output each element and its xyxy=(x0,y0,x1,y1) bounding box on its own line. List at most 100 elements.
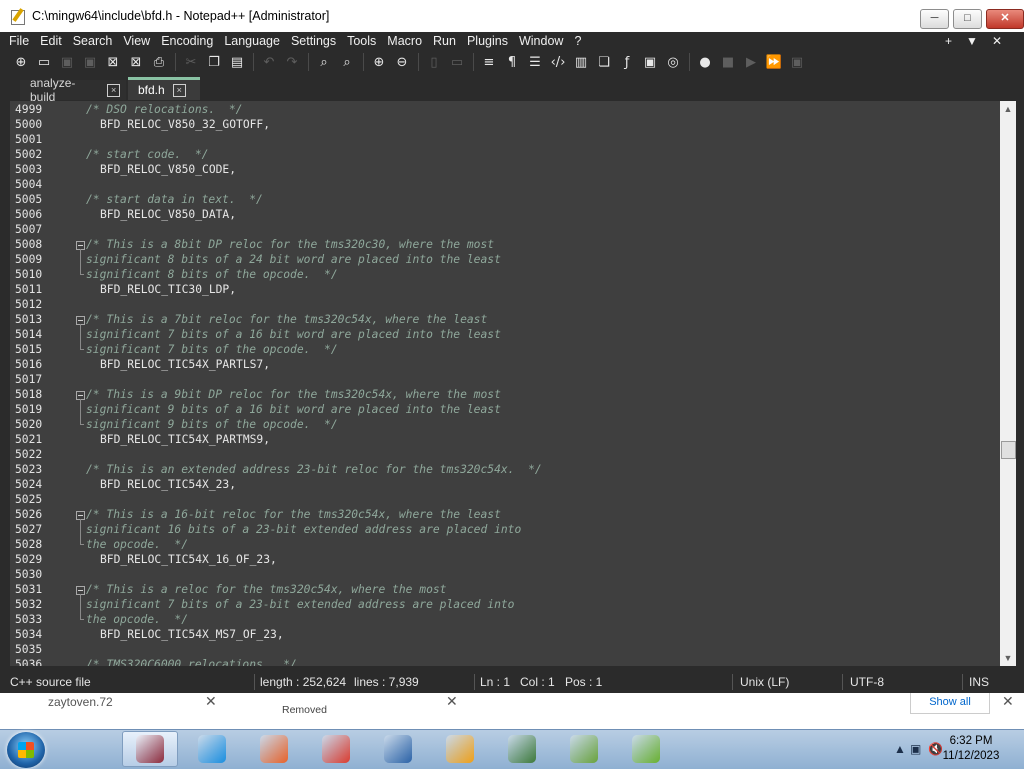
paste-icon[interactable]: ▤ xyxy=(228,53,246,71)
code-line[interactable]: BFD_RELOC_V850_CODE, xyxy=(100,162,236,177)
save-macro-icon[interactable]: ▣ xyxy=(788,53,806,71)
code-line[interactable]: BFD_RELOC_TIC54X_MS7_OF_23, xyxy=(100,627,284,642)
find-icon[interactable]: ⌕ xyxy=(315,53,333,71)
print-icon[interactable]: ⎙ xyxy=(150,53,168,71)
code-comment-line[interactable]: /* This is a 9bit DP reloc for the tms32… xyxy=(86,387,501,402)
cut-icon[interactable]: ✂ xyxy=(182,53,200,71)
close-icon[interactable]: ✕ xyxy=(1002,693,1014,710)
code-line[interactable]: BFD_RELOC_V850_32_GOTOFF, xyxy=(100,117,270,132)
redo-icon[interactable]: ↷ xyxy=(283,53,301,71)
fold-margin[interactable] xyxy=(76,101,86,666)
word-wrap-icon[interactable]: ≡ xyxy=(480,53,498,71)
code-comment-line[interactable]: significant 7 bits of a 16 bit word are … xyxy=(86,327,501,342)
monitoring-icon[interactable]: ◎ xyxy=(664,53,682,71)
menu-item[interactable]: Tools xyxy=(347,34,376,48)
menu-item[interactable]: Language xyxy=(224,34,280,48)
close-button[interactable]: ✕ xyxy=(986,9,1024,29)
code-line[interactable]: BFD_RELOC_V850_DATA, xyxy=(100,207,236,222)
new-tab-button[interactable]: + xyxy=(945,34,952,48)
close-icon[interactable]: ✕ xyxy=(205,693,217,710)
code-line[interactable]: BFD_RELOC_TIC54X_16_OF_23, xyxy=(100,552,277,567)
replace-icon[interactable]: ⌕ xyxy=(338,53,356,71)
menu-item[interactable]: Macro xyxy=(387,34,422,48)
menu-item[interactable]: ? xyxy=(574,34,581,48)
code-comment-line[interactable]: /* This is a 8bit DP reloc for the tms32… xyxy=(86,237,494,252)
menu-item[interactable]: Search xyxy=(73,34,113,48)
run-macro-multiple-icon[interactable]: ⏩ xyxy=(765,53,783,71)
close-doc-button[interactable]: ✕ xyxy=(992,34,1002,48)
search-app-button[interactable] xyxy=(432,731,488,767)
code-editor[interactable]: 4999 5000 5001 5002 5003 5004 5005 5006 5007 5008… xyxy=(10,101,1016,666)
code-comment-line[interactable]: the opcode. */ xyxy=(86,537,188,552)
code-comment-line[interactable]: /* This is a 7bit reloc for the tms320c5… xyxy=(86,312,487,327)
open-file-icon[interactable]: ▭ xyxy=(35,53,53,71)
function-list-icon[interactable]: ƒ xyxy=(618,53,636,71)
code-area[interactable]: /* DSO relocations. */BFD_RELOC_V850_32_… xyxy=(86,101,996,666)
tab-bfd-h[interactable]: bfd.h × xyxy=(128,77,200,100)
menu-item[interactable]: Settings xyxy=(291,34,336,48)
zoom-in-icon[interactable]: ⊕ xyxy=(370,53,388,71)
code-comment-line[interactable]: /* start data in text. */ xyxy=(86,192,263,207)
indent-guide-icon[interactable]: ☰ xyxy=(526,53,544,71)
code-line[interactable]: BFD_RELOC_TIC54X_PARTMS9, xyxy=(100,432,270,447)
show-all-button[interactable]: Show all xyxy=(910,693,990,714)
scroll-thumb[interactable] xyxy=(1001,441,1016,459)
code-comment-line[interactable]: significant 16 bits of a 23-bit extended… xyxy=(86,522,521,537)
code-comment-line[interactable]: significant 8 bits of a 24 bit word are … xyxy=(86,252,501,267)
code-line[interactable]: BFD_RELOC_TIC54X_PARTLS7, xyxy=(100,357,270,372)
tab-close-icon[interactable]: × xyxy=(107,83,120,97)
tab-list-dropdown[interactable]: ▼ xyxy=(966,34,978,48)
sync-horizontal-icon[interactable]: ▭ xyxy=(448,53,466,71)
itunes-app-button[interactable] xyxy=(184,731,240,767)
code-line[interactable]: BFD_RELOC_TIC54X_23, xyxy=(100,477,236,492)
code-line[interactable]: BFD_RELOC_TIC30_LDP, xyxy=(100,282,236,297)
code-comment-line[interactable]: the opcode. */ xyxy=(86,612,188,627)
code-comment-line[interactable]: significant 7 bits of the opcode. */ xyxy=(86,342,338,357)
code-comment-line[interactable]: significant 9 bits of the opcode. */ xyxy=(86,417,338,432)
scroll-down-icon[interactable]: ▼ xyxy=(1000,650,1016,666)
save-icon[interactable]: ▣ xyxy=(58,53,76,71)
close-icon[interactable]: ⊠ xyxy=(104,53,122,71)
document-map-icon[interactable]: ▥ xyxy=(572,53,590,71)
code-comment-line[interactable]: /* This is a 16-bit reloc for the tms320… xyxy=(86,507,501,522)
code-comment-line[interactable]: /* TMS320C6000 relocations. */ xyxy=(86,657,297,666)
scroll-up-icon[interactable]: ▲ xyxy=(1000,101,1016,117)
minimize-button[interactable]: ─ xyxy=(920,9,949,29)
menu-item[interactable]: View xyxy=(123,34,150,48)
record-macro-icon[interactable]: ● xyxy=(696,53,714,71)
copy-icon[interactable]: ❐ xyxy=(205,53,223,71)
sync-vertical-icon[interactable]: ▯ xyxy=(425,53,443,71)
menu-item[interactable]: Encoding xyxy=(161,34,213,48)
maximize-button[interactable]: □ xyxy=(953,9,982,29)
menu-item[interactable]: Plugins xyxy=(467,34,508,48)
winrar-app-button[interactable] xyxy=(122,731,178,767)
show-all-chars-icon[interactable]: ¶ xyxy=(503,53,521,71)
code-comment-line[interactable]: /* This is a reloc for the tms320c54x, w… xyxy=(86,582,446,597)
menu-item[interactable]: Run xyxy=(433,34,456,48)
code-comment-line[interactable]: /* DSO relocations. */ xyxy=(86,102,242,117)
chart-app-button[interactable] xyxy=(618,731,674,767)
tab-analyze-build[interactable]: analyze-build × xyxy=(20,76,126,104)
close-icon[interactable]: ✕ xyxy=(446,693,458,710)
menu-item[interactable]: File xyxy=(9,34,29,48)
save-all-icon[interactable]: ▣ xyxy=(81,53,99,71)
notepadpp-app-button[interactable] xyxy=(556,731,612,767)
chrome-app-button[interactable] xyxy=(308,731,364,767)
code-comment-line[interactable]: /* start code. */ xyxy=(86,147,208,162)
xml-tag-icon[interactable]: ‹/› xyxy=(549,53,567,71)
show-hidden-icons-icon[interactable]: ▲ xyxy=(894,742,906,756)
code-comment-line[interactable]: significant 7 bits of a 23-bit extended … xyxy=(86,597,514,612)
stop-macro-icon[interactable]: ■ xyxy=(719,53,737,71)
undo-icon[interactable]: ↶ xyxy=(260,53,278,71)
menu-item[interactable]: Window xyxy=(519,34,563,48)
vertical-scrollbar[interactable]: ▲ ▼ xyxy=(1000,101,1016,666)
network-icon[interactable]: ▣ xyxy=(910,742,921,756)
tab-close-icon[interactable]: × xyxy=(172,83,186,97)
code-comment-line[interactable]: significant 9 bits of a 16 bit word are … xyxy=(86,402,501,417)
document-list-icon[interactable]: ❏ xyxy=(595,53,613,71)
new-file-icon[interactable]: ⊕ xyxy=(12,53,30,71)
folder-as-workspace-icon[interactable]: ▣ xyxy=(641,53,659,71)
close-all-icon[interactable]: ⊠ xyxy=(127,53,145,71)
menu-item[interactable]: Edit xyxy=(40,34,62,48)
virtualbox-app-button[interactable] xyxy=(370,731,426,767)
